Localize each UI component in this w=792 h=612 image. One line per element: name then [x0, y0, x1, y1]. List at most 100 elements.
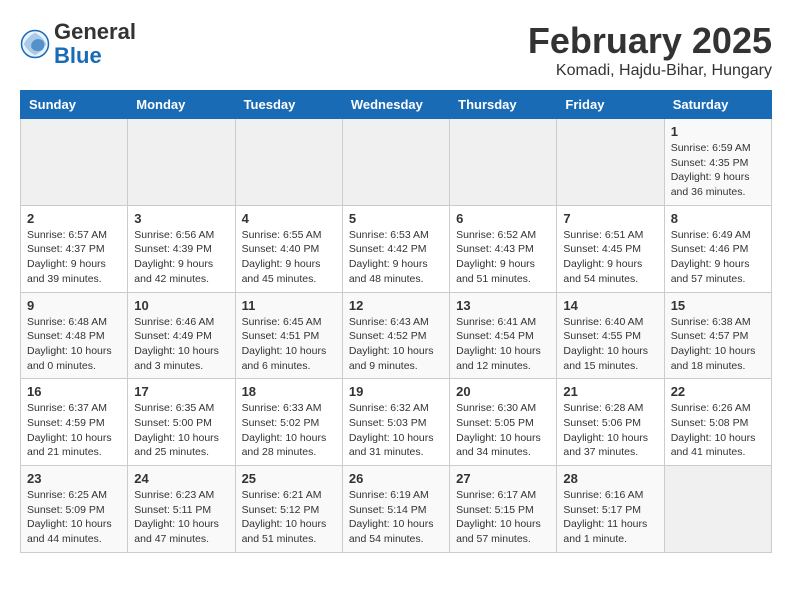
day-info: Sunrise: 6:45 AM Sunset: 4:51 PM Dayligh…: [242, 315, 336, 374]
day-info: Sunrise: 6:59 AM Sunset: 4:35 PM Dayligh…: [671, 141, 765, 200]
calendar-cell: [21, 119, 128, 206]
day-info: Sunrise: 6:37 AM Sunset: 4:59 PM Dayligh…: [27, 401, 121, 460]
day-number: 20: [456, 384, 550, 399]
calendar-cell: 26 Sunrise: 6:19 AM Sunset: 5:14 PM Dayli…: [342, 466, 449, 553]
week-row-4: 23 Sunrise: 6:25 AM Sunset: 5:09 PM Dayli…: [21, 466, 772, 553]
day-number: 2: [27, 211, 121, 226]
logo-icon: [20, 29, 50, 59]
calendar-cell: 3 Sunrise: 6:56 AM Sunset: 4:39 PM Daylig…: [128, 205, 235, 292]
calendar-cell: 22Sunrise: 6:26 AM Sunset: 5:08 PM Dayli…: [664, 379, 771, 466]
calendar-cell: 15 Sunrise: 6:38 AM Sunset: 4:57 PM Dayli…: [664, 292, 771, 379]
day-number: 13: [456, 298, 550, 313]
day-info: Sunrise: 6:16 AM Sunset: 5:17 PM Dayligh…: [563, 488, 657, 547]
calendar-cell: 4 Sunrise: 6:55 AM Sunset: 4:40 PM Daylig…: [235, 205, 342, 292]
week-row-1: 2Sunrise: 6:57 AM Sunset: 4:37 PM Daylig…: [21, 205, 772, 292]
weekday-header-monday: Monday: [128, 91, 235, 119]
logo-blue-text: Blue: [54, 43, 102, 68]
day-info: Sunrise: 6:49 AM Sunset: 4:46 PM Dayligh…: [671, 228, 765, 287]
calendar-cell: 21 Sunrise: 6:28 AM Sunset: 5:06 PM Dayli…: [557, 379, 664, 466]
weekday-header-row: SundayMondayTuesdayWednesdayThursdayFrid…: [21, 91, 772, 119]
calendar-cell: 17 Sunrise: 6:35 AM Sunset: 5:00 PM Dayli…: [128, 379, 235, 466]
calendar-cell: 2Sunrise: 6:57 AM Sunset: 4:37 PM Daylig…: [21, 205, 128, 292]
calendar-cell: [557, 119, 664, 206]
calendar-cell: [664, 466, 771, 553]
day-info: Sunrise: 6:40 AM Sunset: 4:55 PM Dayligh…: [563, 315, 657, 374]
day-info: Sunrise: 6:43 AM Sunset: 4:52 PM Dayligh…: [349, 315, 443, 374]
calendar-cell: 20 Sunrise: 6:30 AM Sunset: 5:05 PM Dayli…: [450, 379, 557, 466]
calendar-cell: 9 Sunrise: 6:48 AM Sunset: 4:48 PM Daylig…: [21, 292, 128, 379]
calendar-cell: [342, 119, 449, 206]
day-info: Sunrise: 6:46 AM Sunset: 4:49 PM Dayligh…: [134, 315, 228, 374]
calendar-cell: 23 Sunrise: 6:25 AM Sunset: 5:09 PM Dayli…: [21, 466, 128, 553]
calendar-cell: 28 Sunrise: 6:16 AM Sunset: 5:17 PM Dayli…: [557, 466, 664, 553]
title-block: February 2025 Komadi, Hajdu-Bihar, Hunga…: [528, 20, 772, 80]
calendar-cell: 25 Sunrise: 6:21 AM Sunset: 5:12 PM Dayli…: [235, 466, 342, 553]
day-info: Sunrise: 6:56 AM Sunset: 4:39 PM Dayligh…: [134, 228, 228, 287]
day-number: 1: [671, 124, 765, 139]
calendar-cell: 18 Sunrise: 6:33 AM Sunset: 5:02 PM Dayli…: [235, 379, 342, 466]
day-number: 14: [563, 298, 657, 313]
day-info: Sunrise: 6:21 AM Sunset: 5:12 PM Dayligh…: [242, 488, 336, 547]
calendar-cell: 7Sunrise: 6:51 AM Sunset: 4:45 PM Daylig…: [557, 205, 664, 292]
weekday-header-friday: Friday: [557, 91, 664, 119]
day-info: Sunrise: 6:17 AM Sunset: 5:15 PM Dayligh…: [456, 488, 550, 547]
day-number: 8: [671, 211, 765, 226]
day-number: 27: [456, 471, 550, 486]
logo: General Blue: [20, 20, 136, 68]
calendar-cell: 6Sunrise: 6:52 AM Sunset: 4:43 PM Daylig…: [450, 205, 557, 292]
calendar-table: SundayMondayTuesdayWednesdayThursdayFrid…: [20, 90, 772, 553]
day-info: Sunrise: 6:25 AM Sunset: 5:09 PM Dayligh…: [27, 488, 121, 547]
day-number: 3: [134, 211, 228, 226]
calendar-cell: [235, 119, 342, 206]
day-number: 17: [134, 384, 228, 399]
day-number: 26: [349, 471, 443, 486]
day-number: 7: [563, 211, 657, 226]
calendar-cell: 10 Sunrise: 6:46 AM Sunset: 4:49 PM Dayli…: [128, 292, 235, 379]
day-number: 10: [134, 298, 228, 313]
day-number: 4: [242, 211, 336, 226]
day-number: 15: [671, 298, 765, 313]
day-info: Sunrise: 6:30 AM Sunset: 5:05 PM Dayligh…: [456, 401, 550, 460]
day-info: Sunrise: 6:33 AM Sunset: 5:02 PM Dayligh…: [242, 401, 336, 460]
day-info: Sunrise: 6:19 AM Sunset: 5:14 PM Dayligh…: [349, 488, 443, 547]
day-info: Sunrise: 6:53 AM Sunset: 4:42 PM Dayligh…: [349, 228, 443, 287]
month-title: February 2025: [528, 20, 772, 62]
week-row-2: 9 Sunrise: 6:48 AM Sunset: 4:48 PM Daylig…: [21, 292, 772, 379]
day-info: Sunrise: 6:23 AM Sunset: 5:11 PM Dayligh…: [134, 488, 228, 547]
day-info: Sunrise: 6:28 AM Sunset: 5:06 PM Dayligh…: [563, 401, 657, 460]
day-info: Sunrise: 6:38 AM Sunset: 4:57 PM Dayligh…: [671, 315, 765, 374]
weekday-header-thursday: Thursday: [450, 91, 557, 119]
day-number: 24: [134, 471, 228, 486]
calendar-cell: 8 Sunrise: 6:49 AM Sunset: 4:46 PM Daylig…: [664, 205, 771, 292]
calendar-cell: 16 Sunrise: 6:37 AM Sunset: 4:59 PM Dayli…: [21, 379, 128, 466]
calendar-cell: 5Sunrise: 6:53 AM Sunset: 4:42 PM Daylig…: [342, 205, 449, 292]
day-info: Sunrise: 6:32 AM Sunset: 5:03 PM Dayligh…: [349, 401, 443, 460]
day-number: 6: [456, 211, 550, 226]
day-info: Sunrise: 6:48 AM Sunset: 4:48 PM Dayligh…: [27, 315, 121, 374]
weekday-header-sunday: Sunday: [21, 91, 128, 119]
day-number: 18: [242, 384, 336, 399]
page-header: General Blue February 2025 Komadi, Hajdu…: [20, 20, 772, 80]
week-row-0: 1 Sunrise: 6:59 AM Sunset: 4:35 PM Daylig…: [21, 119, 772, 206]
calendar-cell: 24 Sunrise: 6:23 AM Sunset: 5:11 PM Dayli…: [128, 466, 235, 553]
calendar-cell: [450, 119, 557, 206]
calendar-cell: 12 Sunrise: 6:43 AM Sunset: 4:52 PM Dayli…: [342, 292, 449, 379]
day-number: 9: [27, 298, 121, 313]
day-number: 21: [563, 384, 657, 399]
weekday-header-wednesday: Wednesday: [342, 91, 449, 119]
day-number: 23: [27, 471, 121, 486]
day-number: 25: [242, 471, 336, 486]
location-title: Komadi, Hajdu-Bihar, Hungary: [528, 62, 772, 80]
day-number: 28: [563, 471, 657, 486]
day-number: 16: [27, 384, 121, 399]
weekday-header-saturday: Saturday: [664, 91, 771, 119]
day-info: Sunrise: 6:35 AM Sunset: 5:00 PM Dayligh…: [134, 401, 228, 460]
day-number: 11: [242, 298, 336, 313]
calendar-cell: 1 Sunrise: 6:59 AM Sunset: 4:35 PM Daylig…: [664, 119, 771, 206]
day-info: Sunrise: 6:55 AM Sunset: 4:40 PM Dayligh…: [242, 228, 336, 287]
calendar-cell: 14 Sunrise: 6:40 AM Sunset: 4:55 PM Dayli…: [557, 292, 664, 379]
logo-general-text: General: [54, 19, 136, 44]
day-number: 12: [349, 298, 443, 313]
weekday-header-tuesday: Tuesday: [235, 91, 342, 119]
calendar-cell: 13Sunrise: 6:41 AM Sunset: 4:54 PM Dayli…: [450, 292, 557, 379]
